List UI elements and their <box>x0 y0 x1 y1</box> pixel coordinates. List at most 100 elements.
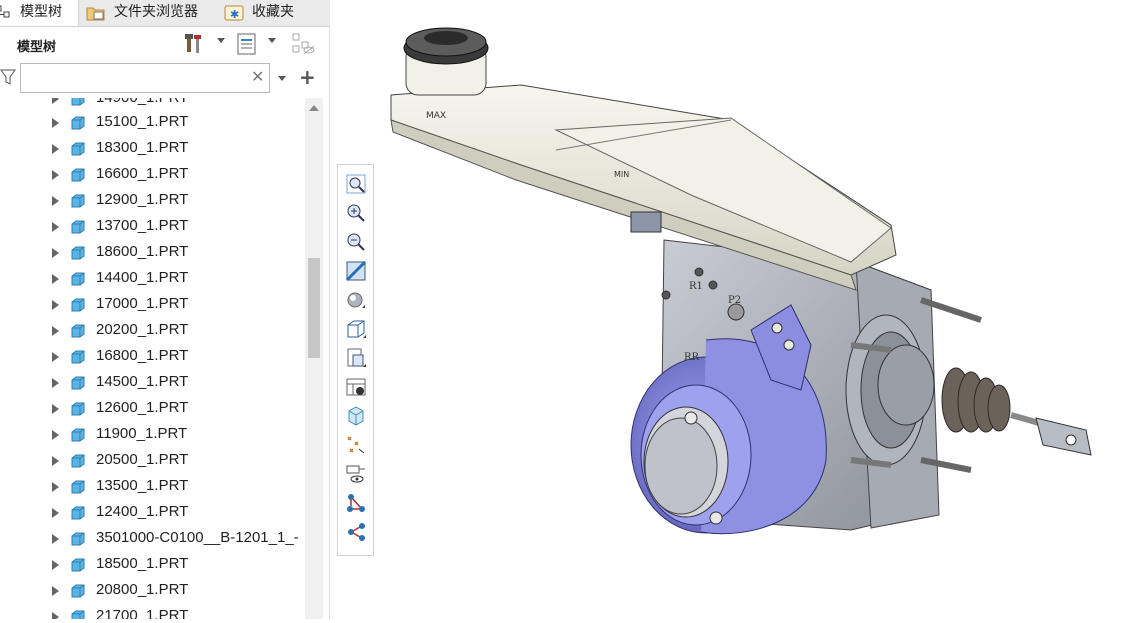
part-icon <box>71 324 85 338</box>
graphics-viewport[interactable]: MAX MIN R1 P2 RR <box>331 0 1135 619</box>
tree-row[interactable]: 16800_1.PRT <box>0 344 304 370</box>
tree-row[interactable]: 18500_1.PRT <box>0 552 304 578</box>
tree-row[interactable]: 20800_1.PRT <box>0 578 304 604</box>
expand-arrow-icon[interactable] <box>52 482 59 492</box>
port-label: R1 <box>689 281 703 292</box>
datum-display-icon[interactable] <box>345 434 367 456</box>
scroll-up-icon[interactable] <box>309 105 319 111</box>
refit-icon[interactable] <box>345 173 367 195</box>
expand-arrow-icon[interactable] <box>52 586 59 596</box>
perspective-icon[interactable] <box>345 376 367 398</box>
tree-row[interactable]: 14500_1.PRT <box>0 370 304 396</box>
part-icon <box>71 428 85 442</box>
tree-row[interactable]: 14400_1.PRT <box>0 266 304 292</box>
expand-arrow-icon[interactable] <box>52 300 59 310</box>
tree-item-label: 15100_1.PRT <box>96 113 189 130</box>
tree-item-label: 18500_1.PRT <box>96 555 189 572</box>
reservoir-min-mark: MIN <box>614 170 629 179</box>
expand-arrow-icon[interactable] <box>52 430 59 440</box>
expand-arrow-icon[interactable] <box>52 560 59 570</box>
tree-row[interactable]: 16600_1.PRT <box>0 162 304 188</box>
expand-arrow-icon[interactable] <box>52 170 59 180</box>
tree-row[interactable]: 12600_1.PRT <box>0 396 304 422</box>
part-icon <box>71 532 85 546</box>
tree-row[interactable]: 12900_1.PRT <box>0 188 304 214</box>
tree-row[interactable]: 15100_1.PRT <box>0 110 304 136</box>
view-manager-icon[interactable] <box>345 347 367 369</box>
model-tree-panel: 模型树 文件夹浏览器 ✱ 收藏夹 模型树 ✕ + 14900_1.PRT 1510… <box>0 0 330 619</box>
part-icon <box>71 246 85 260</box>
repaint-icon[interactable] <box>345 260 367 282</box>
expand-arrow-icon[interactable] <box>52 326 59 336</box>
zoom-in-icon[interactable] <box>345 202 367 224</box>
expand-arrow-icon[interactable] <box>52 378 59 388</box>
tab-folder-browser[interactable]: 文件夹浏览器 <box>84 0 214 26</box>
tree-item-label: 3501000-C0100__B-1201_1_- <box>96 529 299 546</box>
tree-row[interactable]: 18600_1.PRT <box>0 240 304 266</box>
tree-row[interactable]: 18300_1.PRT <box>0 136 304 162</box>
spin-center-icon[interactable] <box>345 405 367 427</box>
scroll-thumb[interactable] <box>308 258 320 358</box>
tree-row[interactable]: 20200_1.PRT <box>0 318 304 344</box>
expand-arrow-icon[interactable] <box>52 274 59 284</box>
expand-arrow-icon[interactable] <box>52 534 59 544</box>
part-icon <box>71 272 85 286</box>
zoom-out-icon[interactable] <box>345 231 367 253</box>
tree-item-label: 16800_1.PRT <box>96 347 189 364</box>
expand-arrow-icon[interactable] <box>52 144 59 154</box>
clear-icon[interactable]: ✕ <box>251 67 264 86</box>
tree-item-label: 14500_1.PRT <box>96 373 189 390</box>
chevron-down-icon[interactable] <box>268 38 276 43</box>
port-label: RR <box>684 352 700 363</box>
brake-assembly-model[interactable]: MAX MIN R1 P2 RR <box>331 0 1135 619</box>
saved-views-icon[interactable] <box>345 318 367 340</box>
tree-row[interactable]: 17000_1.PRT <box>0 292 304 318</box>
tree-scrollbar[interactable] <box>305 98 323 619</box>
expand-arrow-icon[interactable] <box>52 196 59 206</box>
tab-model-tree[interactable]: 模型树 <box>0 0 79 26</box>
display-style-icon[interactable] <box>345 289 367 311</box>
tree-item-label: 18300_1.PRT <box>96 139 189 156</box>
tree-item-label: 12400_1.PRT <box>96 503 189 520</box>
model-tree: 14900_1.PRT 15100_1.PRT 18300_1.PRT 16600_1… <box>0 98 304 619</box>
settings-tools-icon[interactable] <box>184 32 206 56</box>
port-label: P2 <box>728 295 741 306</box>
tab-label: 文件夹浏览器 <box>114 4 198 20</box>
expand-arrow-icon[interactable] <box>52 222 59 232</box>
tree-item-label: 13500_1.PRT <box>96 477 189 494</box>
expand-arrow-icon[interactable] <box>52 98 59 104</box>
tree-item-label: 20500_1.PRT <box>96 451 189 468</box>
tree-row[interactable]: 3501000-C0100__B-1201_1_- <box>0 526 304 552</box>
part-icon <box>71 584 85 598</box>
tree-row[interactable]: 20500_1.PRT <box>0 448 304 474</box>
tab-favorites[interactable]: ✱ 收藏夹 <box>222 0 322 26</box>
section-icon[interactable] <box>345 492 367 514</box>
chevron-down-icon[interactable] <box>278 76 286 81</box>
annotation-display-icon[interactable] <box>345 463 367 485</box>
add-filter-icon[interactable]: + <box>299 66 316 88</box>
tree-row[interactable]: 13500_1.PRT <box>0 474 304 500</box>
panel-title: 模型树 <box>17 40 57 55</box>
tree-row[interactable]: 21700_1.PRT <box>0 604 304 619</box>
expand-arrow-icon[interactable] <box>52 612 59 619</box>
expand-arrow-icon[interactable] <box>52 352 59 362</box>
hide-tree-icon[interactable] <box>292 32 315 56</box>
tab-label: 模型树 <box>20 4 62 20</box>
show-columns-icon[interactable] <box>236 32 258 56</box>
tree-item-label: 20200_1.PRT <box>96 321 189 338</box>
part-icon <box>71 298 85 312</box>
filter-icon[interactable] <box>0 68 16 86</box>
tree-row[interactable]: 13700_1.PRT <box>0 214 304 240</box>
tree-row[interactable]: 12400_1.PRT <box>0 500 304 526</box>
expand-arrow-icon[interactable] <box>52 118 59 128</box>
expand-arrow-icon[interactable] <box>52 248 59 258</box>
expand-arrow-icon[interactable] <box>52 508 59 518</box>
tree-item-label: 12600_1.PRT <box>96 399 189 416</box>
tree-row[interactable]: 11900_1.PRT <box>0 422 304 448</box>
chevron-down-icon[interactable] <box>217 38 225 43</box>
search-input[interactable] <box>20 63 270 93</box>
appearance-icon[interactable] <box>345 521 367 543</box>
tree-item-label: 21700_1.PRT <box>96 607 189 619</box>
expand-arrow-icon[interactable] <box>52 404 59 414</box>
expand-arrow-icon[interactable] <box>52 456 59 466</box>
